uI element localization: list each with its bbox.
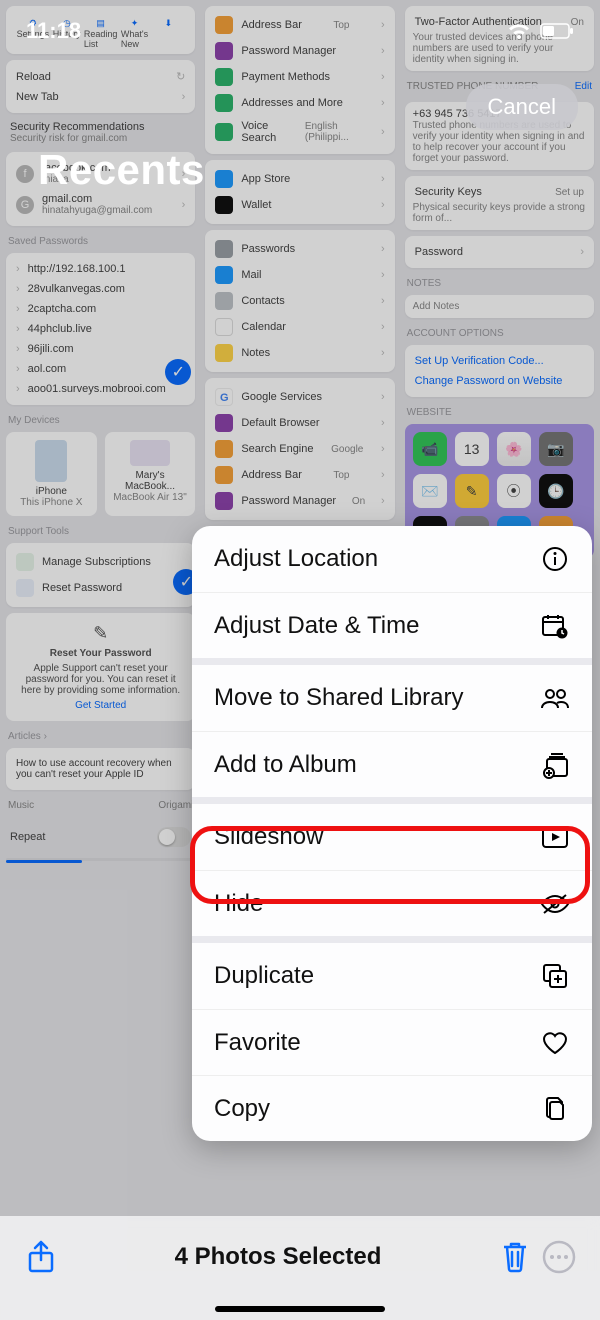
- action-adjust-date-time[interactable]: Adjust Date & Time: [192, 592, 592, 658]
- action-hide[interactable]: Hide: [192, 870, 592, 936]
- action-copy[interactable]: Copy: [192, 1075, 592, 1141]
- home-indicator: [215, 1306, 385, 1312]
- action-move-shared-library[interactable]: Move to Shared Library: [192, 665, 592, 731]
- action-sheet: Adjust Location Adjust Date & Time Move …: [192, 526, 592, 1141]
- action-label: Adjust Location: [214, 545, 378, 573]
- bottom-toolbar: 4 Photos Selected: [0, 1216, 600, 1320]
- people-icon: [540, 683, 570, 713]
- copy-icon: [540, 1094, 570, 1124]
- action-duplicate[interactable]: Duplicate: [192, 943, 592, 1009]
- action-label: Add to Album: [214, 751, 357, 779]
- action-label: Move to Shared Library: [214, 684, 463, 712]
- eye-off-icon: [540, 889, 570, 919]
- cancel-button[interactable]: Cancel: [466, 84, 578, 130]
- page-title: Recents: [38, 146, 205, 194]
- selection-count: 4 Photos Selected: [58, 1243, 498, 1271]
- duplicate-icon: [540, 961, 570, 991]
- action-label: Copy: [214, 1095, 270, 1123]
- action-label: Hide: [214, 890, 263, 918]
- action-adjust-location[interactable]: Adjust Location: [192, 526, 592, 592]
- action-add-to-album[interactable]: Add to Album: [192, 731, 592, 797]
- share-button[interactable]: [24, 1240, 58, 1274]
- action-label: Slideshow: [214, 823, 323, 851]
- action-label: Duplicate: [214, 962, 314, 990]
- battery-icon: [540, 23, 574, 39]
- heart-icon: [540, 1028, 570, 1058]
- action-label: Adjust Date & Time: [214, 612, 419, 640]
- info-icon: [540, 544, 570, 574]
- play-icon: [540, 822, 570, 852]
- status-bar: 11:18: [0, 18, 600, 44]
- wifi-icon: [506, 21, 532, 41]
- calendar-clock-icon: [540, 611, 570, 641]
- action-label: Favorite: [214, 1029, 301, 1057]
- trash-button[interactable]: [498, 1240, 532, 1274]
- more-button[interactable]: [542, 1240, 576, 1274]
- status-time: 11:18: [26, 18, 81, 44]
- action-slideshow[interactable]: Slideshow: [192, 804, 592, 870]
- add-album-icon: [540, 750, 570, 780]
- action-favorite[interactable]: Favorite: [192, 1009, 592, 1075]
